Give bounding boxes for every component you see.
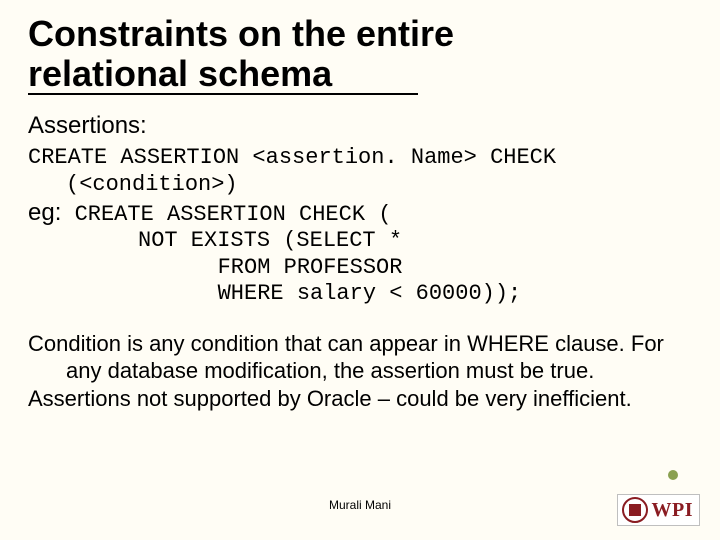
footer-author: Murali Mani — [0, 498, 720, 512]
example-code3: FROM PROFESSOR — [178, 255, 692, 281]
slide: Constraints on the entire relational sch… — [0, 0, 720, 540]
wpi-logo-text: WPI — [652, 499, 694, 522]
example-label: eg: — [28, 199, 61, 226]
example-code4: WHERE salary < 60000)); — [178, 281, 692, 307]
syntax-line1: CREATE ASSERTION <assertion. Name> CHECK — [28, 145, 692, 171]
assertions-heading: Assertions: — [28, 111, 692, 141]
title-line1: Constraints on the entire — [28, 13, 454, 54]
example-line1: eg: CREATE ASSERTION CHECK ( — [28, 198, 692, 228]
wpi-logo: WPI — [617, 494, 701, 526]
syntax-line2: (<condition>) — [66, 172, 692, 198]
slide-title: Constraints on the entire relational sch… — [28, 14, 692, 109]
example-code2: NOT EXISTS (SELECT * — [138, 228, 692, 254]
slide-body: Assertions: CREATE ASSERTION <assertion.… — [28, 111, 692, 412]
title-line2: relational schema — [28, 53, 332, 94]
paragraph-oracle: Assertions not supported by Oracle – cou… — [28, 385, 692, 413]
wpi-seal-inner — [629, 504, 641, 516]
decorative-dot — [668, 470, 678, 480]
wpi-seal-icon — [622, 497, 648, 523]
paragraph-condition: Condition is any condition that can appe… — [28, 330, 692, 385]
example-code1: CREATE ASSERTION CHECK ( — [61, 202, 391, 227]
